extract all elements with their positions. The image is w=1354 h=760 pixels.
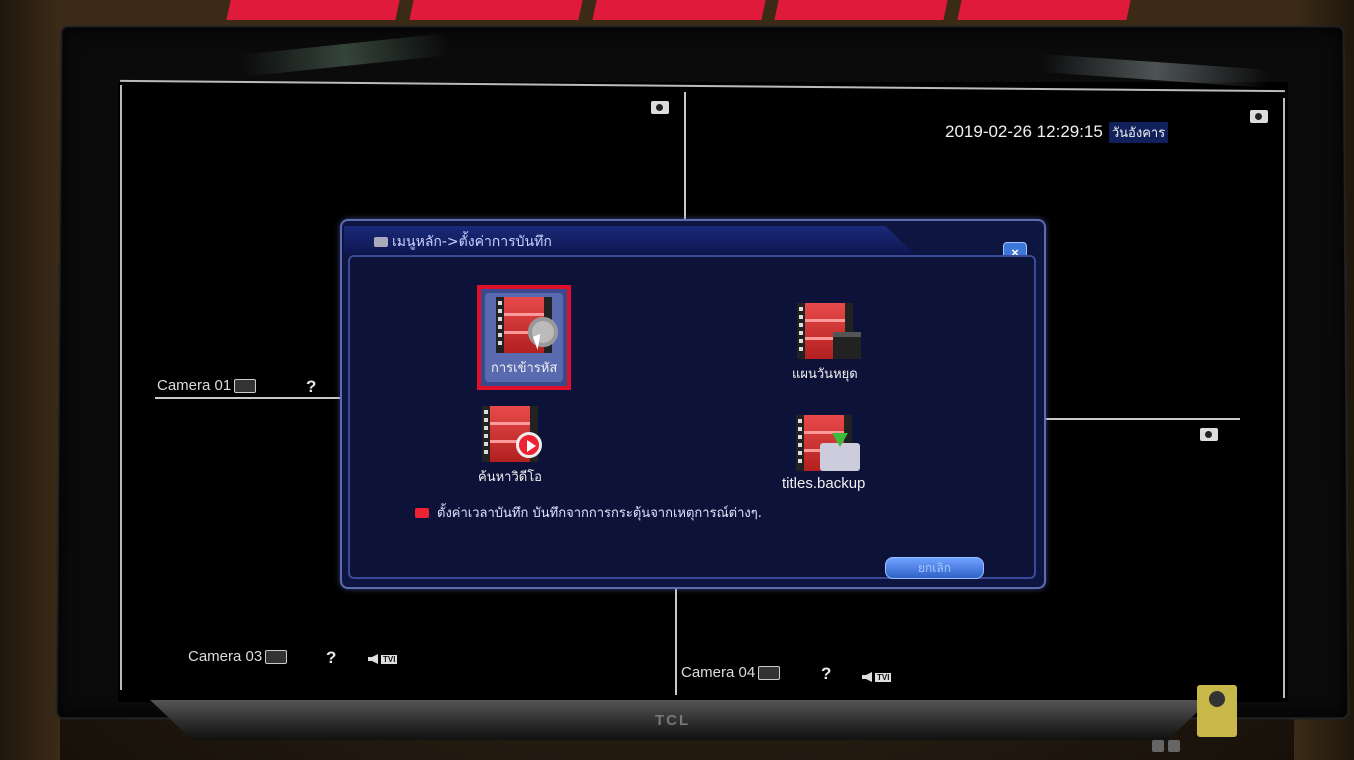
energy-label-sticker [1197,685,1237,737]
speaker-icon [862,672,872,682]
grid-divider [155,397,345,399]
cancel-button[interactable]: ยกเลิก [885,557,984,579]
datetime-overlay: 2019-02-26 12:29:15 วันอังคาร [945,122,1169,143]
screen-border [1283,98,1285,698]
speaker-icon [368,654,378,664]
video-search-menu-item[interactable]: ค้นหาวิดีโอ [478,406,542,487]
info-icon [415,507,429,518]
clapperboard-icon [832,332,861,359]
holiday-plan-label: แผนวันหยุด [792,367,858,382]
screen-border [120,85,122,690]
backup-icon [795,415,860,471]
dialog-body [348,255,1036,579]
grid-divider [1035,418,1240,420]
tvi-badge: TVI [875,672,892,682]
tvi-badge: TVI [381,654,398,664]
record-badge-icon [758,665,781,680]
snapshot-camera-icon[interactable] [1200,428,1218,441]
help-hint: ตั้งค่าเวลาบันทึก บันทึกจากการกระตุ้นจาก… [415,502,762,523]
video-search-icon [481,406,542,462]
status-unknown-icon: ? [326,648,337,667]
watermark-banner [226,0,1134,20]
weekday-label: วันอังคาร [1108,122,1169,143]
audio-status: TVI [862,672,892,682]
audio-status: TVI [368,654,398,664]
dialog-title: เมนูหลัก->ตั้งค่าการบันทึก [374,231,552,253]
download-tray-icon [819,433,860,471]
encode-menu-item[interactable]: การเข้ารหัส [477,285,572,390]
backup-menu-item[interactable]: titles.backup [782,415,865,492]
video-search-label: ค้นหาวิดีโอ [478,470,542,485]
camera-name: Camera 04 [681,664,756,681]
backup-label: titles.backup [782,475,866,492]
holiday-plan-menu-item[interactable]: แผนวันหยุด [792,303,861,384]
play-icon [515,432,542,458]
brand-logo: TCL [655,712,691,729]
record-badge-icon [234,378,257,393]
menu-icon [374,237,388,247]
encode-label: การเข้ารหัส [491,361,558,376]
camera-01-label[interactable]: Camera 01 [157,377,257,394]
datetime-value: 2019-02-26 12:29:15 [945,122,1103,141]
breadcrumb: เมนูหลัก->ตั้งค่าการบันทึก [392,234,552,250]
hint-text: ตั้งค่าเวลาบันทึก บันทึกจากการกระตุ้นจาก… [437,506,762,521]
status-unknown-icon: ? [821,664,832,683]
cancel-label: ยกเลิก [917,560,952,575]
selection-highlight: การเข้ารหัส [485,293,564,382]
room-left-wall [0,0,60,760]
selection-frame: การเข้ารหัส [477,285,572,390]
record-badge-icon [265,649,288,664]
camera-03-label[interactable]: Camera 03 [188,648,288,665]
grid-divider [675,575,677,695]
snapshot-camera-icon[interactable] [1250,110,1268,123]
tv-indicator-icons [1152,740,1180,752]
status-unknown-icon: ? [306,377,317,396]
camera-04-label[interactable]: Camera 04 [681,664,781,681]
camera-name: Camera 01 [157,377,232,394]
camera-name: Camera 03 [188,648,263,665]
snapshot-camera-icon[interactable] [651,101,669,114]
holiday-plan-icon [796,303,861,359]
